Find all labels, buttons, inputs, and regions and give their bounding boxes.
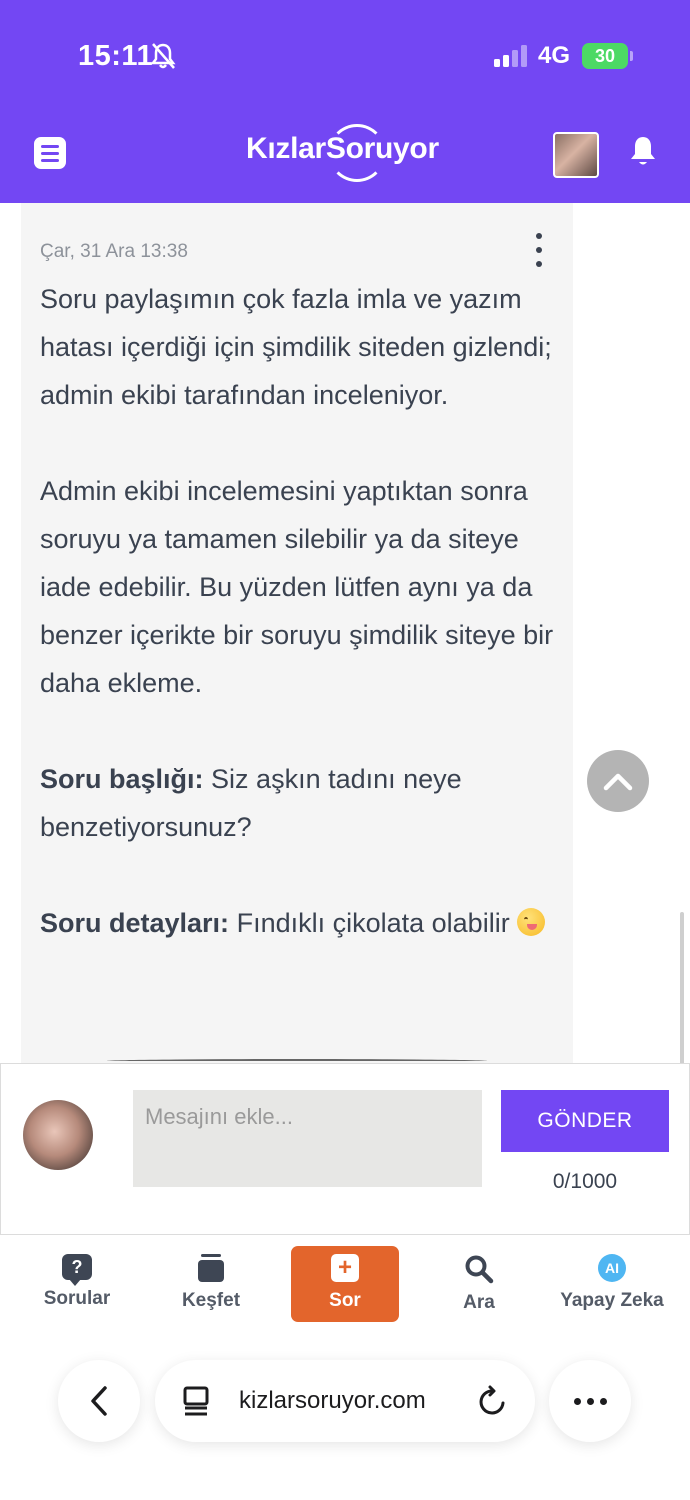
network-label: 4G	[538, 42, 571, 69]
bell-icon[interactable]	[629, 135, 657, 167]
battery-indicator: 30	[582, 43, 633, 69]
question-title-label: Soru başlığı:	[40, 764, 204, 794]
ellipsis-icon	[573, 1397, 607, 1405]
question-bubble-icon: ?	[62, 1254, 92, 1286]
nav-item-sorular[interactable]: ? Sorular	[23, 1246, 131, 1322]
question-title-line: Soru başlığı: Siz aşkın tadını neye benz…	[40, 755, 560, 851]
search-icon	[465, 1255, 494, 1284]
chevron-left-icon	[91, 1386, 107, 1416]
menu-icon[interactable]	[34, 137, 66, 169]
send-button[interactable]: GÖNDER	[501, 1090, 669, 1152]
composer-avatar	[23, 1100, 93, 1170]
message-paragraph: Admin ekibi incelemesini yaptıktan sonra…	[40, 476, 554, 698]
reload-icon[interactable]	[477, 1384, 509, 1418]
question-details-label: Soru detayları:	[40, 908, 230, 938]
nav-label: Sor	[329, 1290, 361, 1311]
nav-label: Sorular	[43, 1288, 111, 1309]
message-composer: GÖNDER 0/1000	[0, 1063, 690, 1235]
plus-icon: +	[331, 1254, 359, 1282]
nav-item-kesfet[interactable]: Keşfet	[157, 1246, 265, 1322]
message-input[interactable]	[133, 1090, 482, 1187]
browser-toolbar: kizlarsoruyor.com	[0, 1340, 690, 1500]
message-card: Çar, 31 Ara 13:38 Soru paylaşımın çok fa…	[21, 203, 573, 1063]
status-time: 15:11	[78, 40, 154, 72]
question-details-line: Soru detayları: Fındıklı çikolata olabil…	[40, 899, 560, 947]
nav-label: Yapay Zeka	[560, 1290, 664, 1311]
cards-icon	[198, 1254, 224, 1282]
nav-item-ara[interactable]: Ara	[425, 1246, 533, 1322]
ai-icon: AI	[598, 1254, 626, 1282]
message-body: Soru paylaşımın çok fazla imla ve yazım …	[40, 275, 560, 947]
tabs-icon	[183, 1386, 209, 1416]
scroll-to-top-button[interactable]	[587, 750, 649, 812]
chevron-up-icon	[603, 773, 633, 791]
signal-icon	[494, 45, 527, 67]
site-logo[interactable]: KızlarSoruyor	[246, 132, 439, 166]
app-header: 15:11 4G 30 KızlarSoruyor	[0, 0, 690, 203]
yum-emoji-icon	[517, 908, 546, 936]
bell-off-icon	[150, 43, 176, 69]
url-text: kizlarsoruyor.com	[239, 1387, 426, 1414]
bottom-navigation: ? Sorular Keşfet + Sor Ara AI Yapay Zeka	[0, 1236, 690, 1336]
nav-item-yapay-zeka[interactable]: AI Yapay Zeka	[558, 1246, 666, 1322]
message-date: Çar, 31 Ara 13:38	[40, 241, 188, 262]
nav-item-sor[interactable]: + Sor	[291, 1246, 399, 1322]
message-paragraph: Soru paylaşımın çok fazla imla ve yazım …	[40, 284, 552, 410]
nav-label: Ara	[463, 1292, 495, 1313]
question-details-value: Fındıklı çikolata olabilir	[236, 908, 510, 938]
more-menu-button[interactable]	[549, 1360, 631, 1442]
character-counter: 0/1000	[552, 1170, 618, 1193]
address-bar[interactable]: kizlarsoruyor.com	[155, 1360, 535, 1442]
user-avatar[interactable]	[553, 132, 599, 178]
more-options-icon[interactable]	[529, 233, 549, 267]
nav-label: Keşfet	[181, 1290, 241, 1311]
back-button[interactable]	[58, 1360, 140, 1442]
